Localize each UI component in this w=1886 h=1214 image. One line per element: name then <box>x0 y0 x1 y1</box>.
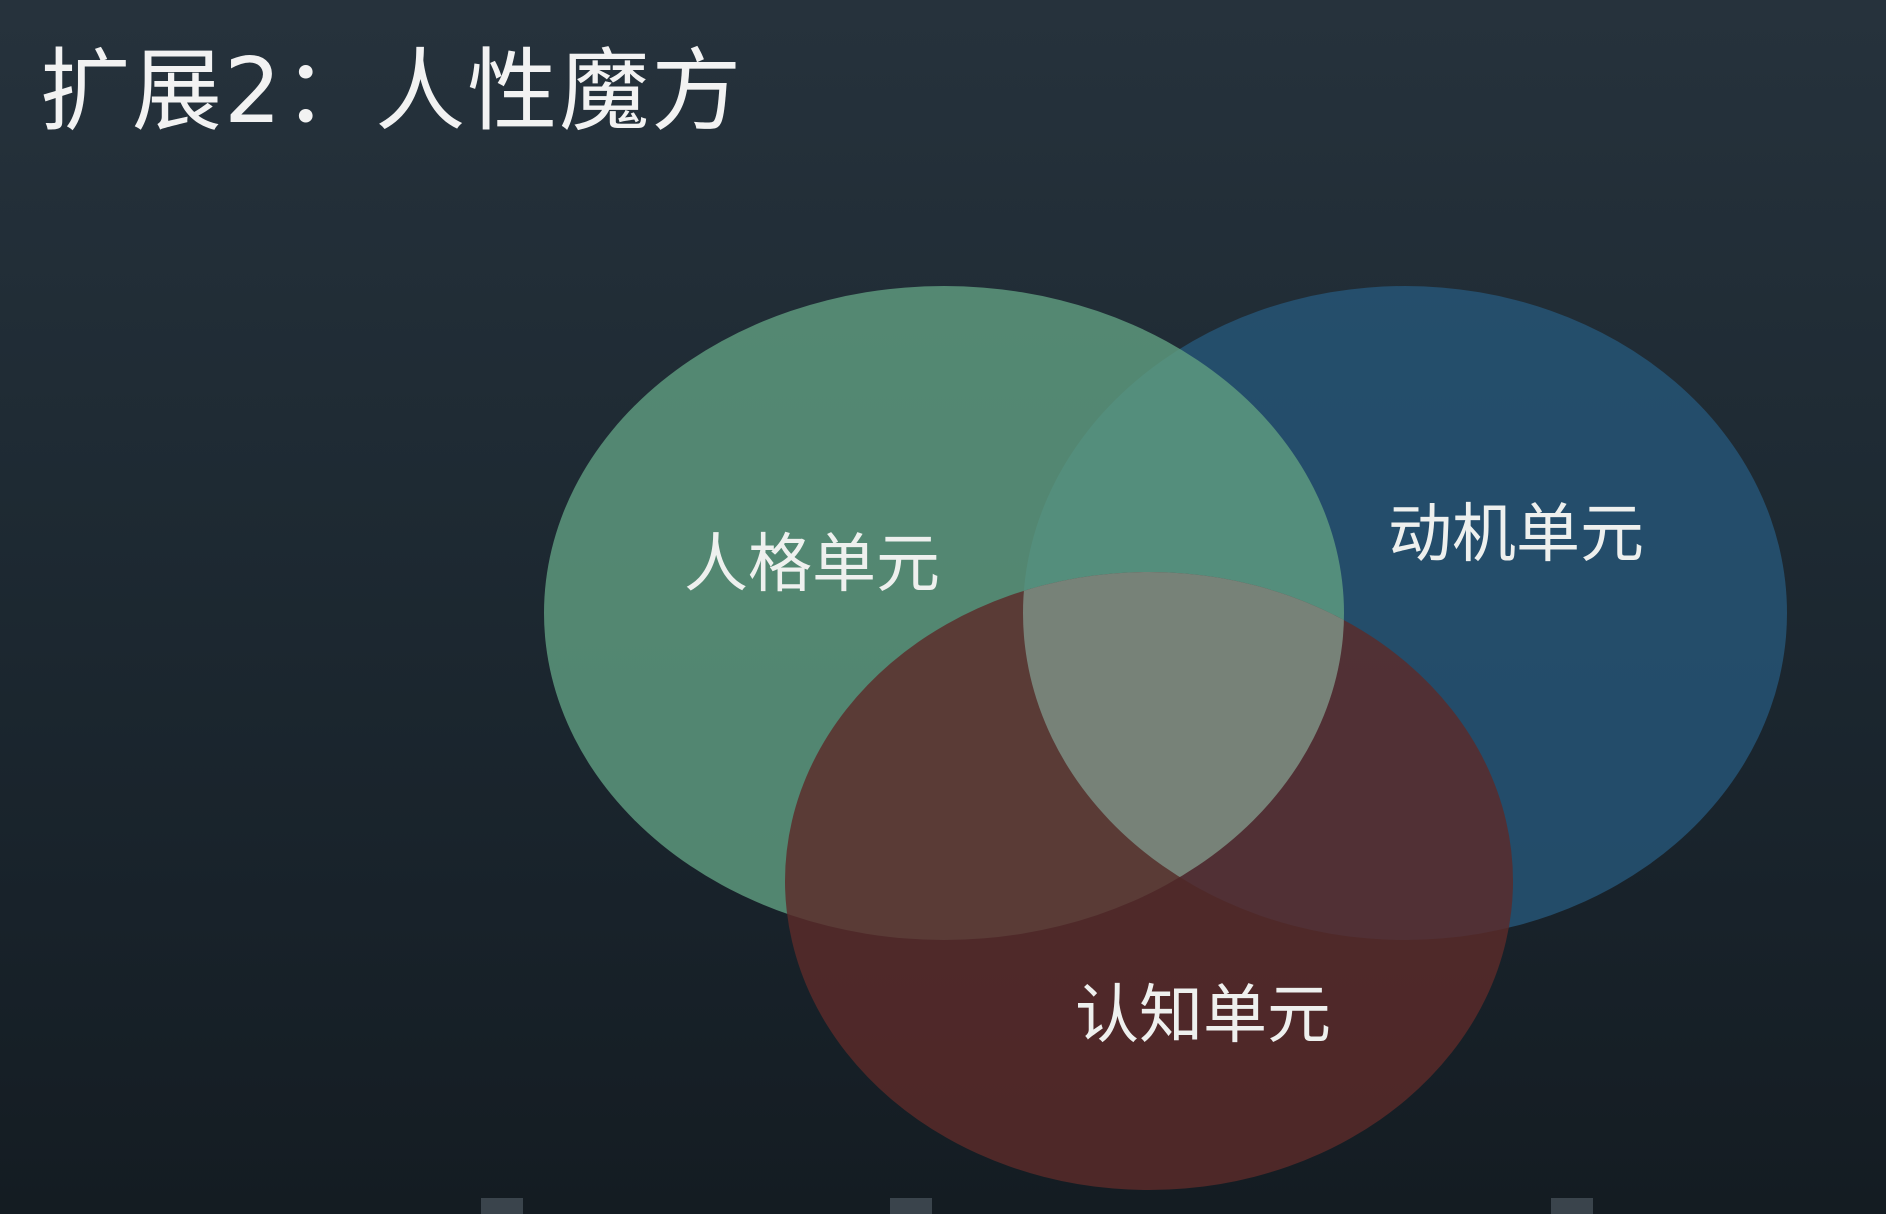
bottom-marker <box>1551 1198 1593 1214</box>
cognition-label: 认知单元 <box>1075 979 1331 1053</box>
bottom-marker <box>890 1198 932 1214</box>
venn-diagram <box>544 286 1787 1190</box>
bottom-marker <box>481 1198 523 1214</box>
personality-label: 人格单元 <box>684 528 940 602</box>
motivation-label: 动机单元 <box>1388 498 1644 572</box>
